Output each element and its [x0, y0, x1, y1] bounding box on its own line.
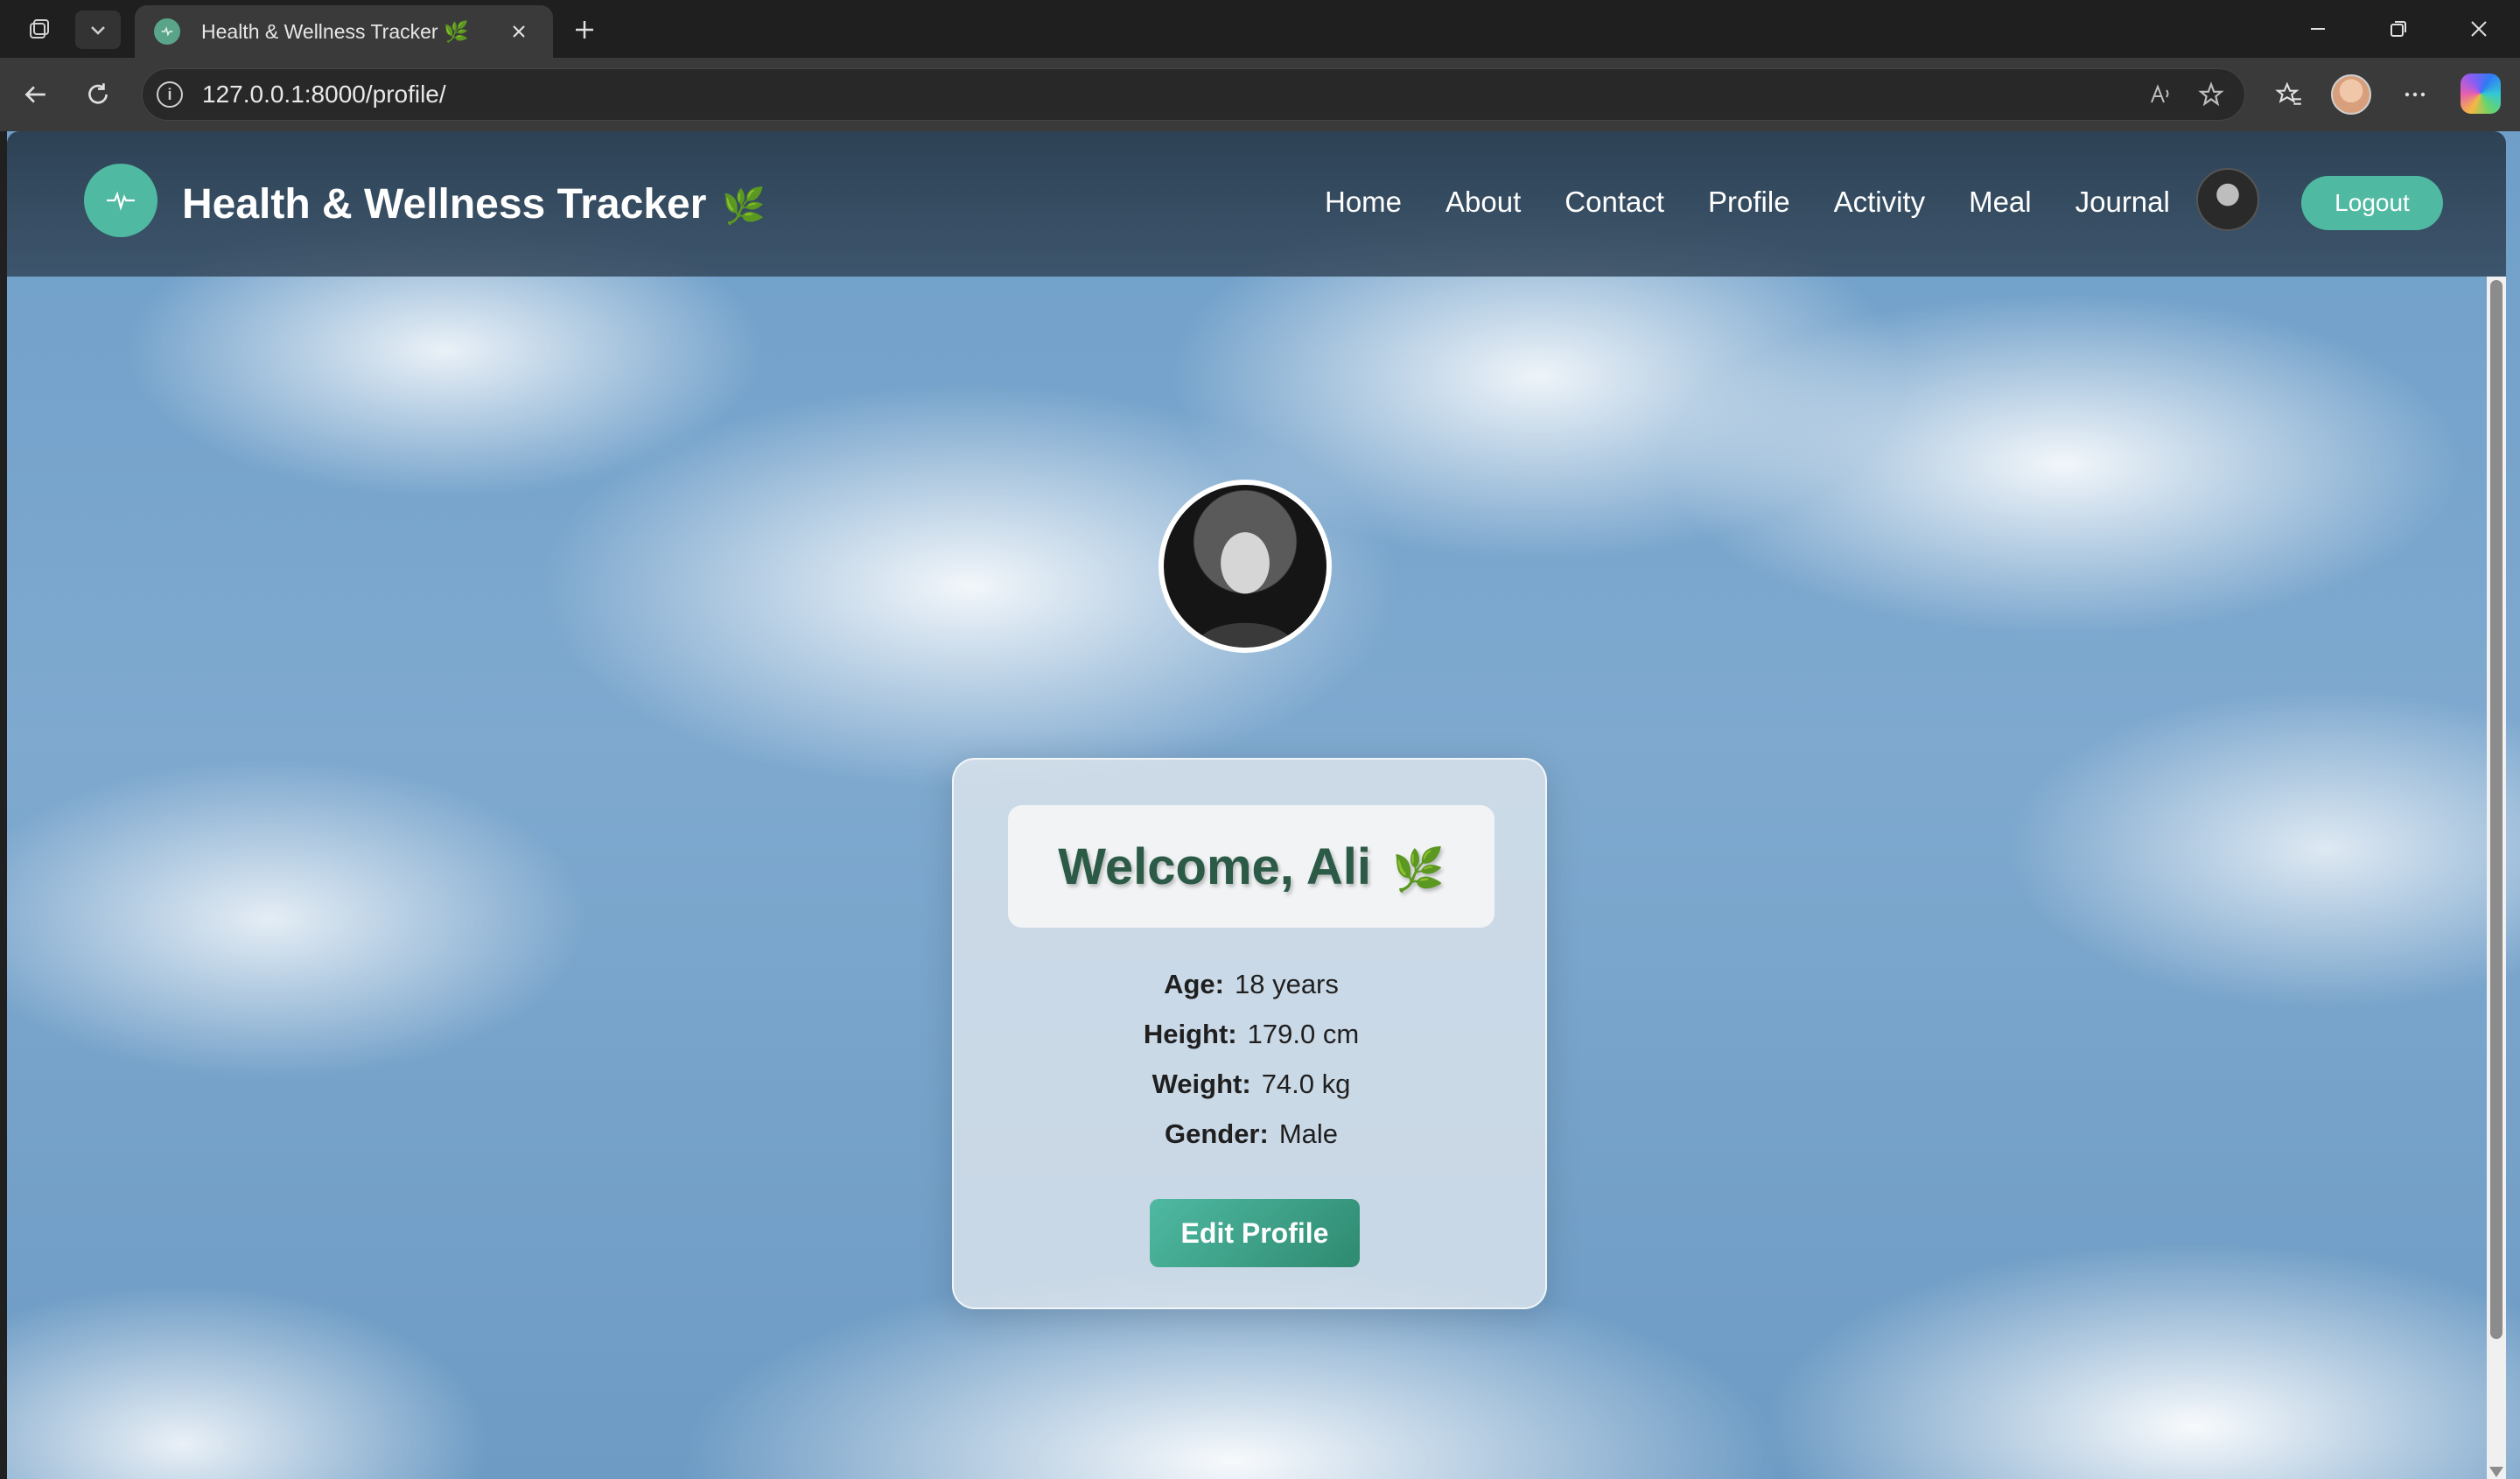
restore-icon[interactable]: [2359, 7, 2438, 51]
window-close-icon[interactable]: [2440, 7, 2518, 51]
back-icon[interactable]: [16, 75, 54, 114]
favicon-icon: [154, 18, 180, 45]
nav-links: Home About Contact Profile Activity Meal…: [1325, 186, 2214, 219]
pulse-icon[interactable]: [84, 164, 158, 237]
logout-button[interactable]: Logout: [2301, 176, 2443, 230]
stat-height: Height: 179.0 cm: [954, 1009, 1549, 1059]
site-navbar: Health & Wellness Tracker 🌿 Home About Co…: [7, 131, 2506, 277]
nav-link-journal[interactable]: Journal: [2076, 186, 2170, 219]
stat-label: Gender:: [1164, 1118, 1269, 1149]
leaf-icon: 🌿: [1392, 846, 1445, 894]
welcome-banner: Welcome, Ali 🌿: [1008, 805, 1494, 928]
tab-title: Health & Wellness Tracker 🌿: [201, 19, 469, 43]
profile-card: Welcome, Ali 🌿 Age: 18 years Height: 179.0 …: [952, 758, 1547, 1309]
stat-value: 74.0 kg: [1261, 1069, 1351, 1099]
scrollbar-thumb[interactable]: [2490, 280, 2502, 1339]
edit-profile-button[interactable]: Edit Profile: [1150, 1199, 1360, 1267]
site-brand[interactable]: Health & Wellness Tracker 🌿: [182, 180, 766, 228]
reload-icon[interactable]: [79, 75, 117, 114]
stat-value: 18 years: [1234, 969, 1339, 999]
favorites-icon[interactable]: [2270, 75, 2308, 114]
leaf-icon: 🌿: [722, 187, 766, 226]
welcome-text: Welcome, Ali: [1058, 838, 1371, 895]
browser-tab-bar: Health & Wellness Tracker 🌿: [0, 0, 2520, 58]
nav-link-about[interactable]: About: [1446, 186, 1521, 219]
stat-age: Age: 18 years: [954, 959, 1549, 1009]
url-bar[interactable]: i 127.0.0.1:8000/profile/: [142, 68, 2245, 121]
info-icon[interactable]: i: [157, 81, 183, 108]
stat-weight: Weight: 74.0 kg: [954, 1059, 1549, 1109]
browser-profile-avatar[interactable]: [2331, 74, 2371, 115]
welcome-heading: Welcome, Ali 🌿: [1058, 838, 1445, 896]
browser-tab[interactable]: Health & Wellness Tracker 🌿: [135, 5, 553, 58]
nav-link-contact[interactable]: Contact: [1564, 186, 1664, 219]
stat-value: Male: [1278, 1118, 1339, 1149]
stat-gender: Gender: Male: [954, 1109, 1549, 1159]
address-bar-row: i 127.0.0.1:8000/profile/: [0, 58, 2520, 131]
nav-link-profile[interactable]: Profile: [1708, 186, 1790, 219]
stat-label: Age:: [1164, 969, 1224, 999]
nav-link-activity[interactable]: Activity: [1834, 186, 1926, 219]
nav-link-home[interactable]: Home: [1325, 186, 1402, 219]
copilot-icon[interactable]: [2460, 74, 2501, 114]
stat-label: Height:: [1143, 1019, 1237, 1049]
profile-stats: Age: 18 years Height: 179.0 cm Weight: 74.0…: [954, 959, 1549, 1159]
page-scrollbar[interactable]: [2487, 277, 2506, 1479]
user-avatar[interactable]: [2196, 168, 2259, 231]
read-aloud-icon[interactable]: [2143, 77, 2178, 112]
nav-link-meal[interactable]: Meal: [1969, 186, 2032, 219]
brand-title: Health & Wellness Tracker: [182, 181, 707, 228]
stat-value: 179.0 cm: [1247, 1019, 1360, 1049]
page-viewport: Health & Wellness Tracker 🌿 Home About Co…: [7, 131, 2520, 1479]
profile-photo: [1158, 480, 1332, 653]
plus-icon[interactable]: [564, 11, 606, 49]
tab-list-icon[interactable]: [75, 11, 121, 49]
favorite-star-icon[interactable]: [2194, 77, 2229, 112]
close-icon[interactable]: [504, 17, 534, 46]
scroll-down-icon[interactable]: [2489, 1467, 2503, 1477]
minimize-icon[interactable]: [2278, 7, 2357, 51]
tab-actions-icon[interactable]: [16, 11, 61, 49]
more-icon[interactable]: [2396, 75, 2434, 114]
url-text: 127.0.0.1:8000/profile/: [202, 81, 446, 108]
stat-label: Weight:: [1152, 1069, 1251, 1099]
